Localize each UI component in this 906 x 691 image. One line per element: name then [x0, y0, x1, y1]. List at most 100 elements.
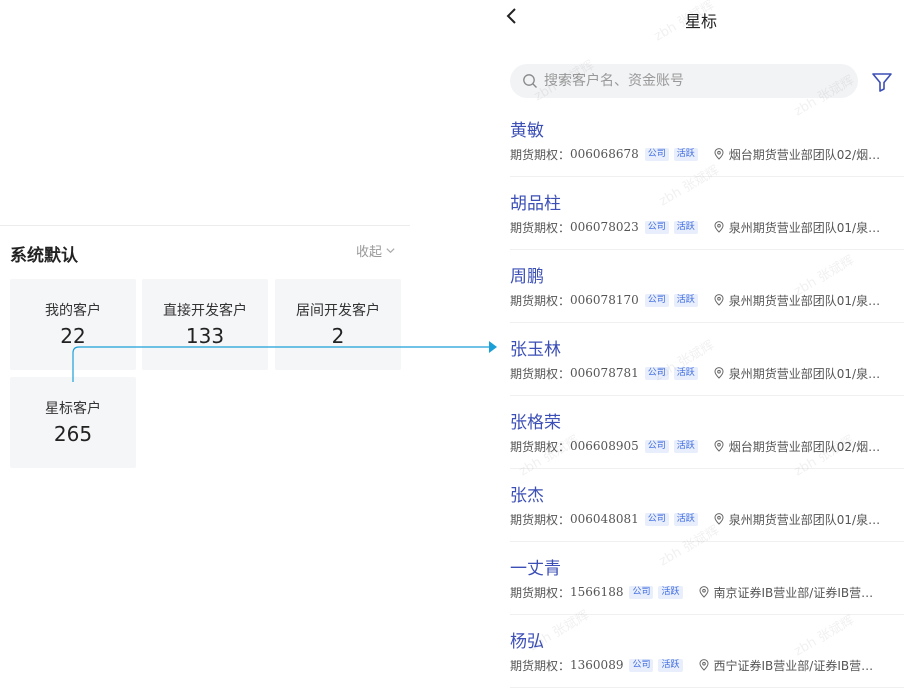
- account-label: 期货期权：: [510, 293, 571, 308]
- company-tag: 公司: [644, 220, 669, 234]
- card-count: 265: [53, 422, 93, 446]
- left-divider: [0, 225, 410, 226]
- company-tag: 公司: [644, 147, 669, 161]
- active-tag: 活跃: [658, 658, 683, 672]
- active-tag: 活跃: [658, 585, 683, 599]
- customer-meta: 期货期权： 1566188 公司 活跃 南京证券IB营业部/证券IB营业部: [510, 584, 904, 600]
- card-count: 22: [60, 324, 86, 348]
- account-number: 006608905: [570, 439, 639, 453]
- location-text: 西宁证券IB营业部/证券IB营业部: [713, 658, 874, 673]
- location-text: 泉州期货营业部团队01/泉州期货营业部团队01: [728, 512, 889, 527]
- card-direct-dev-customers[interactable]: 直接开发客户 133: [142, 279, 268, 370]
- customer-meta: 期货期权：006608905 公司活跃 烟台期货营业部团队02/烟台期货营业部团队0…: [510, 438, 904, 454]
- customer-name[interactable]: 杨弘: [510, 627, 544, 652]
- customer-row[interactable]: 张杰期货期权：006048081 公司活跃 泉州期货营业部团队01/泉州期货营业部团…: [510, 469, 904, 542]
- card-label: 我的客户: [45, 303, 101, 319]
- card-count: 133: [185, 324, 225, 348]
- customer-name[interactable]: 胡品柱: [510, 189, 561, 214]
- customer-row[interactable]: 黄敏期货期权：006068678 公司活跃 烟台期货营业部团队02/烟台期货营业部团…: [510, 104, 904, 177]
- location-text: 烟台期货营业部团队02/烟台期货营业部团队02: [728, 147, 889, 162]
- filter-icon: [872, 73, 892, 92]
- company-tag: 公司: [629, 585, 654, 599]
- card-label: 直接开发客户: [163, 303, 247, 319]
- customer-row[interactable]: 张玉林期货期权：006078781 公司活跃 泉州期货营业部团队01/泉州期货营业部…: [510, 323, 904, 396]
- customer-name[interactable]: 周鹏: [510, 262, 544, 287]
- location-pin-icon: [714, 367, 724, 379]
- customer-name[interactable]: 黄敏: [510, 116, 544, 141]
- location: 泉州期货营业部团队01/泉州期货营业部团队01: [713, 365, 889, 381]
- filter-button[interactable]: [870, 70, 894, 94]
- location-text: 烟台期货营业部团队02/烟台期货营业部团队02: [728, 439, 889, 454]
- active-tag: 活跃: [673, 366, 698, 380]
- location-text: 泉州期货营业部团队01/泉州期货营业部团队01: [728, 366, 889, 381]
- card-label: 居间开发客户: [296, 303, 380, 319]
- page-title-text: 星标: [684, 12, 717, 31]
- location: 泉州期货营业部团队01/泉州期货营业部团队01: [713, 219, 889, 235]
- location-pin-icon: [698, 586, 709, 598]
- customer-meta: 期货期权： 1360089 公司 活跃 西宁证券IB营业部/证券IB营业部: [510, 657, 904, 673]
- customer-meta: 期货期权：006048081 公司活跃 泉州期货营业部团队01/泉州期货营业部团队0…: [510, 511, 904, 527]
- company-tag: 公司: [644, 293, 669, 307]
- section-title: 系统默认: [10, 246, 78, 266]
- account-number: 006078023: [570, 220, 639, 234]
- location-pin-icon: [714, 440, 724, 452]
- location-pin-icon: [714, 294, 724, 306]
- location: 南京证券IB营业部/证券IB营业部: [698, 584, 874, 600]
- customer-meta: 期货期权：006078023 公司活跃 泉州期货营业部团队01/泉州期货营业部团队0…: [510, 219, 904, 235]
- company-tag: 公司: [644, 439, 669, 453]
- location-text: 泉州期货营业部团队01/泉州期货营业部团队01: [728, 220, 889, 235]
- customer-meta: 期货期权：006068678 公司活跃 烟台期货营业部团队02/烟台期货营业部团队0…: [510, 146, 904, 162]
- account-label: 期货期权：: [510, 439, 571, 454]
- location: 烟台期货营业部团队02/烟台期货营业部团队02: [713, 146, 889, 162]
- collapse-button[interactable]: 收起: [356, 241, 396, 260]
- account-number: 006078170: [570, 293, 639, 307]
- account-number: 1566188: [570, 585, 624, 599]
- active-tag: 活跃: [673, 293, 698, 307]
- account-label: 期货期权：: [510, 585, 571, 600]
- collapse-label: 收起: [356, 245, 383, 260]
- company-tag: 公司: [629, 658, 654, 672]
- location: 烟台期货营业部团队02/烟台期货营业部团队02: [713, 438, 889, 454]
- account-label: 期货期权：: [510, 658, 571, 673]
- card-count: 2: [331, 324, 345, 348]
- customer-row[interactable]: 胡品柱期货期权：006078023 公司活跃 泉州期货营业部团队01/泉州期货营业部…: [510, 177, 904, 250]
- location-pin-icon: [698, 659, 709, 671]
- customer-row[interactable]: 杨弘期货期权： 1360089 公司 活跃 西宁证券IB营业部/证券IB营业部: [510, 615, 904, 688]
- company-tag: 公司: [644, 366, 669, 380]
- company-tag: 公司: [644, 512, 669, 526]
- account-label: 期货期权：: [510, 512, 571, 527]
- customer-row[interactable]: 张格荣期货期权：006608905 公司活跃 烟台期货营业部团队02/烟台期货营业部…: [510, 396, 904, 469]
- customer-name[interactable]: 张格荣: [510, 408, 561, 433]
- customer-name[interactable]: 一丈青: [510, 554, 561, 579]
- customer-meta: 期货期权：006078170 公司活跃 泉州期货营业部团队01/泉州期货营业部团队0…: [510, 292, 904, 308]
- location-text: 南京证券IB营业部/证券IB营业部: [713, 585, 874, 600]
- page-title: 星标: [504, 8, 906, 32]
- search-input[interactable]: [544, 73, 824, 89]
- account-number: 006068678: [570, 147, 639, 161]
- customer-meta: 期货期权：006078781 公司活跃 泉州期货营业部团队01/泉州期货营业部团队0…: [510, 365, 904, 381]
- account-number: 1360089: [570, 658, 624, 672]
- customer-row[interactable]: 周鹏期货期权：006078170 公司活跃 泉州期货营业部团队01/泉州期货营业部团…: [510, 250, 904, 323]
- customer-name[interactable]: 张杰: [510, 481, 544, 506]
- card-my-customers[interactable]: 我的客户 22: [10, 279, 136, 370]
- active-tag: 活跃: [673, 512, 698, 526]
- location-pin-icon: [714, 513, 724, 525]
- card-starred-customers[interactable]: 星标客户 265: [10, 377, 136, 468]
- chevron-down-icon: [386, 248, 395, 254]
- active-tag: 活跃: [673, 147, 698, 161]
- account-label: 期货期权：: [510, 147, 571, 162]
- location-pin-icon: [714, 221, 724, 233]
- customer-list: 黄敏期货期权：006068678公司活跃烟台期货营业部团队02/烟台期货营业部团…: [510, 104, 904, 688]
- card-intermediary-customers[interactable]: 居间开发客户 2: [275, 279, 401, 370]
- starred-page: 星标 黄敏期货期权：006068678公司活跃烟台期货营业部团队02/烟台期货营…: [504, 0, 906, 691]
- search-icon: [523, 74, 537, 88]
- account-label: 期货期权：: [510, 220, 571, 235]
- search-bar[interactable]: [510, 64, 858, 98]
- location: 泉州期货营业部团队01/泉州期货营业部团队01: [713, 292, 889, 308]
- active-tag: 活跃: [673, 220, 698, 234]
- customer-row[interactable]: 一丈青期货期权： 1566188 公司 活跃 南京证券IB营业部/证券IB营业部: [510, 542, 904, 615]
- customer-name[interactable]: 张玉林: [510, 335, 561, 360]
- location: 泉州期货营业部团队01/泉州期货营业部团队01: [713, 511, 889, 527]
- card-label: 星标客户: [45, 401, 101, 417]
- account-number: 006048081: [570, 512, 639, 526]
